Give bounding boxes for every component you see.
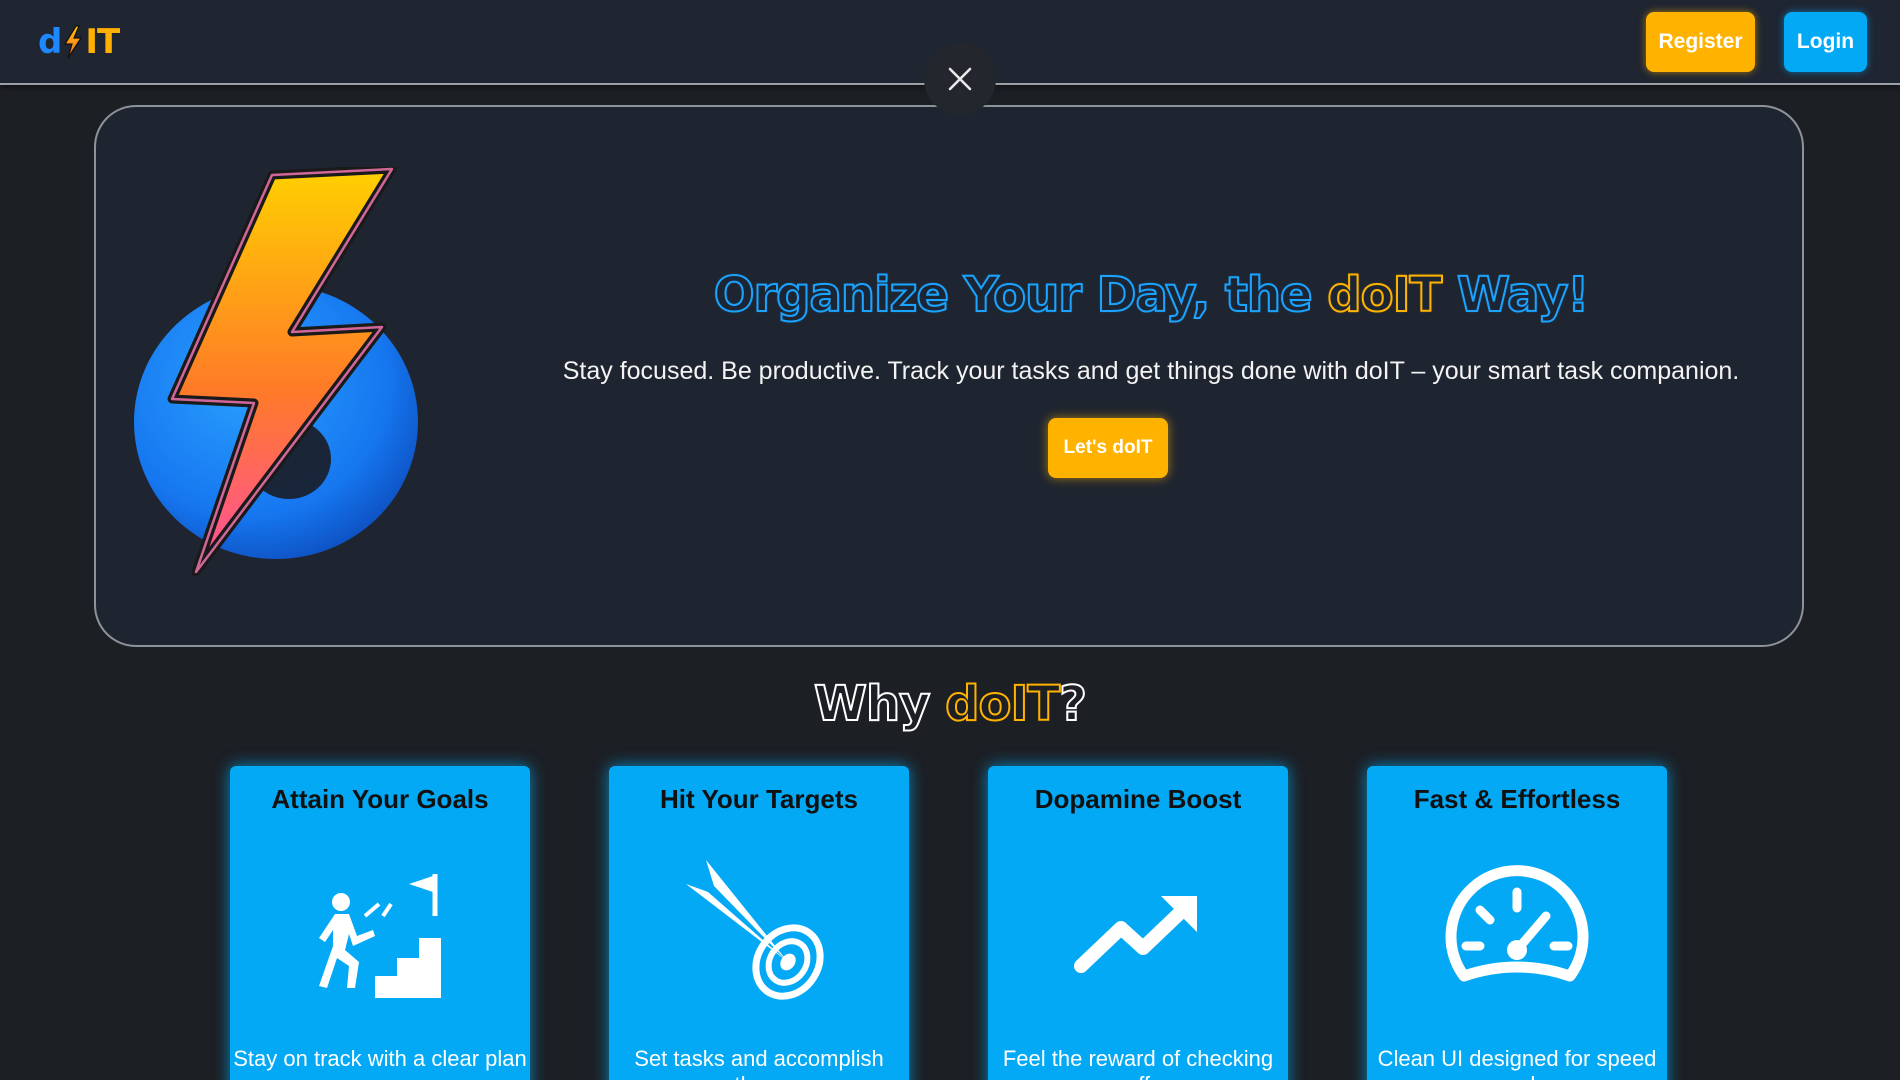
hero-title-part1: Organize Your Day, the <box>713 266 1328 324</box>
feature-card-goals: Attain Your Goals Stay on track with a c… <box>230 766 530 1080</box>
hero-title-part2: Way! <box>1441 266 1590 324</box>
hero-banner: Organize Your Day, the doIT Way! Stay fo… <box>94 105 1804 647</box>
feature-card-fast: Fast & Effortless Clean UI designed for … <box>1367 766 1667 1080</box>
feature-card-title: Fast & Effortless <box>1413 784 1621 814</box>
feature-card-targets: Hit Your Targets Set tasks and accomplis… <box>609 766 909 1080</box>
hero-title-brand: doIT <box>1326 266 1443 324</box>
trend-up-icon <box>1074 896 1197 973</box>
logo-letter-d: d <box>38 22 62 62</box>
hero-subtitle: Stay focused. Be productive. Track your … <box>562 357 1740 385</box>
feature-card-text: Clean UI designed for speed and <box>1377 1046 1657 1080</box>
feature-card-text: Set tasks and accomplish them <box>634 1046 884 1080</box>
feature-card-text: Feel the reward of checking off <box>1002 1046 1274 1080</box>
feature-card-text: Stay on track with a clear plan <box>233 1046 527 1071</box>
login-button[interactable]: Login <box>1784 12 1867 72</box>
target-dart-icon <box>686 860 824 1000</box>
feature-card-dopamine: Dopamine Boost Feel the reward of checki… <box>988 766 1288 1080</box>
why-title-part1: Why <box>813 675 946 733</box>
speedometer-icon <box>1445 865 1589 982</box>
doit-lightning-logo-icon <box>134 167 418 577</box>
close-icon <box>948 67 972 91</box>
close-button[interactable] <box>924 43 996 115</box>
hero-title: Organize Your Day, the doIT Way! <box>516 266 1786 324</box>
register-button[interactable]: Register <box>1646 12 1755 72</box>
lightning-bolt-icon <box>64 25 83 59</box>
logo-letters-it: IT <box>85 22 120 62</box>
why-title-part2: ? <box>1058 675 1088 733</box>
feature-card-title: Hit Your Targets <box>660 784 858 814</box>
feature-card-title: Attain Your Goals <box>271 784 489 814</box>
feature-card-title: Dopamine Boost <box>1034 784 1242 814</box>
lets-doit-button[interactable]: Let's doIT <box>1048 418 1168 478</box>
why-title-brand: doIT <box>944 675 1061 733</box>
stairs-goal-icon <box>319 874 441 998</box>
doit-logo[interactable]: d IT <box>38 22 120 62</box>
why-doit-heading: Why doIT? <box>0 675 1900 733</box>
